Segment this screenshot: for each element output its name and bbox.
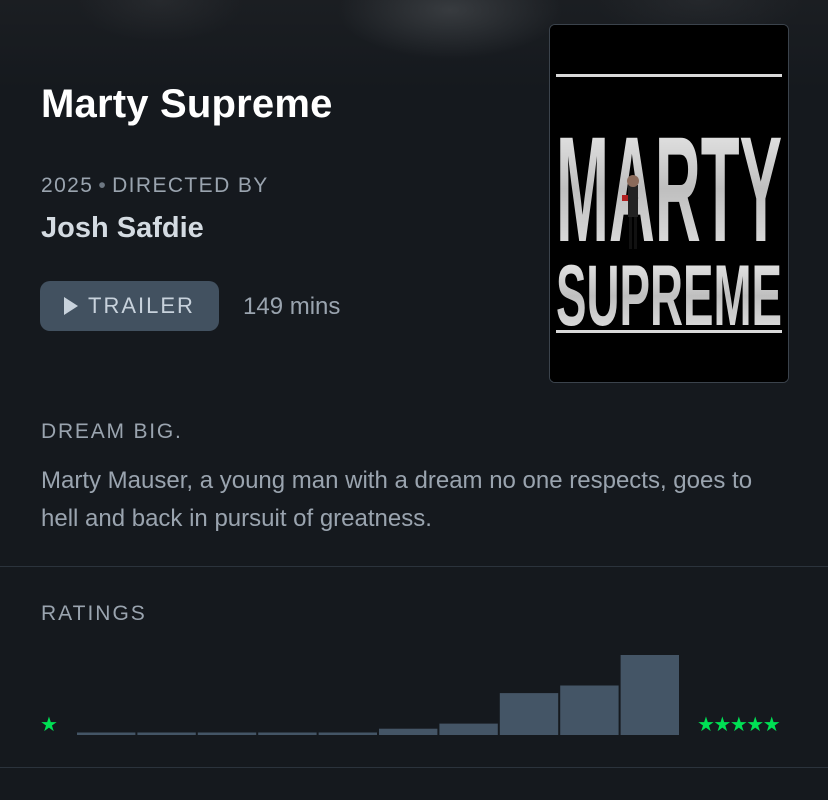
director-link[interactable]: Josh Safdie bbox=[41, 212, 204, 245]
trailer-label: TRAILER bbox=[88, 293, 195, 318]
play-icon bbox=[64, 297, 79, 315]
rating-bar-5[interactable] bbox=[620, 655, 679, 735]
poster-artwork: MARTY SUPREME bbox=[550, 25, 788, 382]
ratings-heading: RATINGS bbox=[41, 602, 147, 625]
trailer-button[interactable]: TRAILER bbox=[40, 281, 219, 331]
synopsis: Marty Mauser, a young man with a dream n… bbox=[41, 467, 753, 532]
directed-by-label: DIRECTED BY bbox=[112, 174, 269, 197]
film-poster[interactable]: MARTY SUPREME bbox=[549, 24, 789, 383]
rating-bar-2.5[interactable] bbox=[318, 732, 377, 736]
rating-bar-2[interactable] bbox=[258, 732, 317, 736]
rating-bar-0.5[interactable] bbox=[77, 732, 136, 736]
film-meta: 2025 • DIRECTED BY bbox=[41, 174, 269, 198]
min-star-icon: ★ bbox=[40, 714, 58, 736]
poster-rule-top bbox=[556, 74, 782, 77]
poster-title-line2: SUPREME bbox=[556, 248, 782, 344]
film-page: Marty Supreme 2025 • DIRECTED BY Josh Safd… bbox=[0, 0, 828, 800]
ratings-histogram bbox=[77, 655, 679, 736]
separator-dot: • bbox=[98, 174, 108, 197]
poster-rule-bottom bbox=[556, 330, 782, 333]
rating-bar-1[interactable] bbox=[137, 732, 196, 736]
rating-bar-1.5[interactable] bbox=[197, 732, 257, 736]
section-divider-bottom bbox=[0, 767, 828, 768]
rating-bar-4.5[interactable] bbox=[560, 685, 619, 736]
rating-bar-3.5[interactable] bbox=[439, 723, 498, 735]
max-stars-icon: ★★★★★ bbox=[697, 714, 781, 736]
film-title: Marty Supreme bbox=[41, 82, 333, 126]
section-divider bbox=[0, 566, 828, 567]
runtime: 149 mins bbox=[243, 293, 341, 320]
rating-bar-4[interactable] bbox=[499, 693, 559, 735]
release-year[interactable]: 2025 bbox=[41, 174, 93, 197]
tagline: DREAM BIG. bbox=[41, 420, 183, 443]
rating-bar-3[interactable] bbox=[379, 728, 438, 735]
